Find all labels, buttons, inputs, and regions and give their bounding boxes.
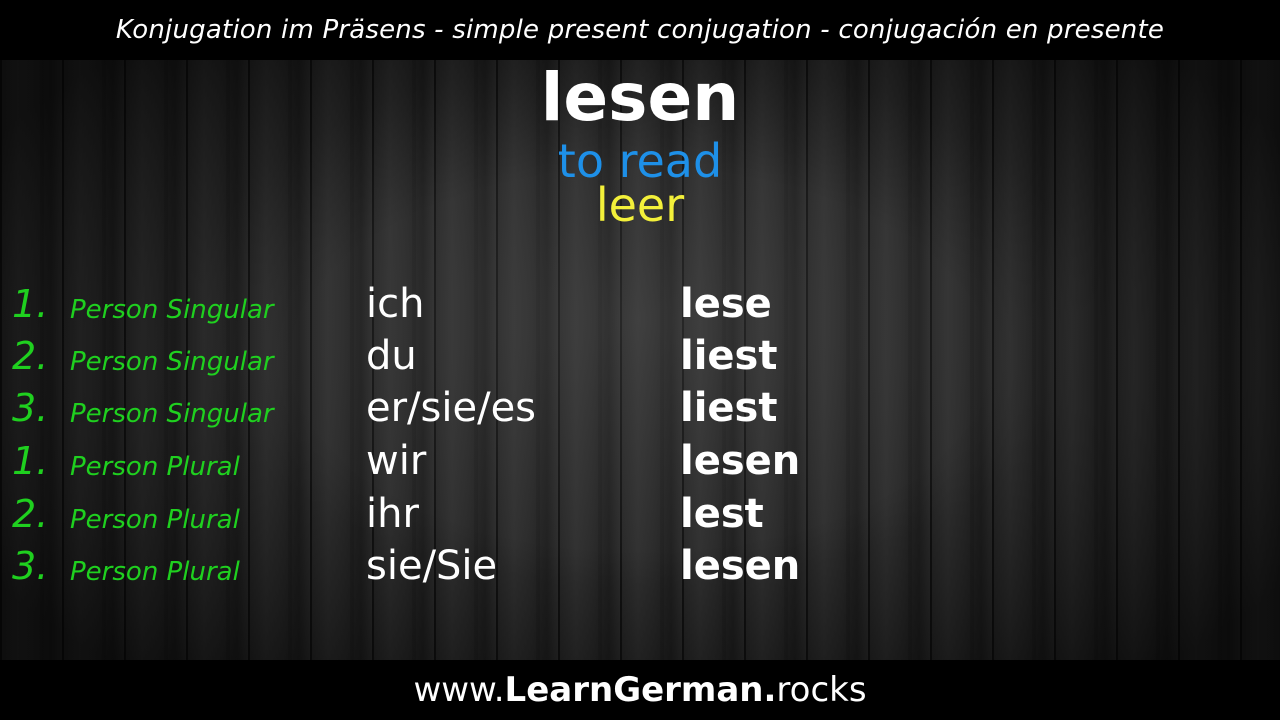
person-label: Person Singular xyxy=(70,295,274,325)
pronoun: ich xyxy=(366,281,425,327)
verb-form: lest xyxy=(680,491,764,537)
person-number: 3. xyxy=(12,544,49,588)
person-label: Person Plural xyxy=(70,557,240,587)
title-bar: Konjugation im Präsens - simple present … xyxy=(0,0,1280,60)
person-number: 1. xyxy=(12,439,49,483)
person-number: 2. xyxy=(12,492,49,536)
pronoun: du xyxy=(366,333,417,379)
person-number: 3. xyxy=(12,386,49,430)
url-prefix: www. xyxy=(413,670,505,710)
verb-form: liest xyxy=(680,385,778,431)
pronoun: ihr xyxy=(366,491,419,537)
conjugation-row: 1. Person Singular ich lese xyxy=(0,278,1280,330)
conjugation-card: lesen to read leer 1. Person Singular ic… xyxy=(0,60,1280,660)
pronoun: sie/Sie xyxy=(366,543,498,589)
conjugation-row: 3. Person Singular er/sie/es liest xyxy=(0,382,1280,434)
verb-form: liest xyxy=(680,333,778,379)
person-label: Person Plural xyxy=(70,505,240,535)
person-label: Person Singular xyxy=(70,347,274,377)
person-number: 2. xyxy=(12,334,49,378)
person-label: Person Plural xyxy=(70,452,240,482)
conjugation-row: 1. Person Plural wir lesen xyxy=(0,435,1280,487)
page-title: Konjugation im Präsens - simple present … xyxy=(115,15,1165,45)
person-label: Person Singular xyxy=(70,399,274,429)
conjugation-row: 2. Person Plural ihr lest xyxy=(0,488,1280,540)
pronoun: wir xyxy=(366,438,427,484)
url-brand: LearnGerman. xyxy=(504,670,777,710)
website-url: www.LearnGerman.rocks xyxy=(413,670,866,710)
verb-form: lese xyxy=(680,281,772,327)
footer-bar: www.LearnGerman.rocks xyxy=(0,660,1280,720)
verb-form: lesen xyxy=(680,543,801,589)
video-frame: Konjugation im Präsens - simple present … xyxy=(0,0,1280,720)
url-suffix: rocks xyxy=(776,670,867,710)
translation-spanish: leer xyxy=(595,178,685,232)
verb-infinitive: lesen xyxy=(540,59,740,136)
person-number: 1. xyxy=(12,282,49,326)
verb-form: lesen xyxy=(680,438,801,484)
conjugation-row: 2. Person Singular du liest xyxy=(0,330,1280,382)
conjugation-row: 3. Person Plural sie/Sie lesen xyxy=(0,540,1280,592)
pronoun: er/sie/es xyxy=(366,385,537,431)
